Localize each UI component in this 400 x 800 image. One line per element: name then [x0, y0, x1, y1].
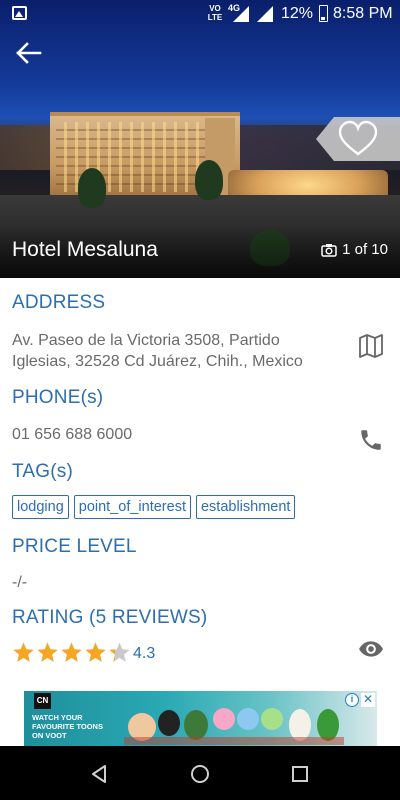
rating-value: 4.3 — [133, 645, 156, 662]
status-bar: VO LTE 4G 12% 8:58 PM — [0, 0, 400, 28]
call-button[interactable] — [358, 427, 384, 453]
navigation-bar — [0, 746, 400, 800]
map-icon — [359, 334, 383, 358]
photo-count-text: 1 of 10 — [342, 241, 388, 258]
arrow-back-icon — [16, 42, 42, 64]
triangle-back-icon — [92, 765, 106, 783]
cartoon-characters-image — [124, 708, 344, 745]
address-text: Av. Paseo de la Victoria 3508, Partido I… — [12, 332, 303, 370]
tag-chip[interactable]: establishment — [195, 495, 296, 519]
battery-percent: 12% — [281, 5, 314, 22]
nav-recents-button[interactable] — [289, 763, 311, 785]
favorite-button[interactable] — [316, 117, 400, 161]
ad-copy: WATCH YOUR FAVOURITE TOONS ON VOOT — [32, 713, 103, 740]
signal-icon — [233, 6, 249, 22]
rating-stars — [12, 641, 131, 664]
palm-tree — [195, 160, 223, 200]
tag-chip[interactable]: lodging — [12, 495, 69, 519]
star-icon — [37, 642, 58, 662]
palm-tree — [78, 168, 106, 208]
circle-home-icon — [191, 765, 209, 783]
address-heading: ADDRESS — [12, 292, 106, 313]
tag-chip[interactable]: point_of_interest — [73, 495, 191, 519]
view-reviews-button[interactable] — [358, 636, 384, 662]
nav-back-button[interactable] — [89, 763, 111, 785]
clock: 8:58 PM — [333, 5, 393, 22]
price-value: -/- — [12, 574, 28, 591]
photo-counter[interactable]: 1 of 10 — [321, 241, 388, 258]
phone-number[interactable]: 01 656 688 6000 — [12, 424, 132, 445]
ad-close-icon[interactable]: ✕ — [361, 693, 375, 707]
image-notification-icon — [12, 6, 27, 20]
rating-heading: RATING (5 REVIEWS) — [12, 607, 208, 628]
eye-icon — [359, 641, 383, 657]
camera-icon — [321, 243, 337, 257]
tag-list: lodging point_of_interest establishment — [12, 495, 296, 519]
tags-heading: TAG(s) — [12, 461, 74, 482]
phone-heading: PHONE(s) — [12, 387, 104, 408]
hotel-name: Hotel Mesaluna — [12, 238, 158, 261]
star-icon — [13, 642, 34, 662]
map-button[interactable] — [358, 333, 384, 359]
back-button[interactable] — [12, 38, 46, 68]
price-heading: PRICE LEVEL — [12, 536, 137, 557]
star-icon — [109, 642, 130, 662]
phone-icon — [361, 430, 381, 450]
battery-icon — [319, 5, 328, 22]
heart-icon — [316, 117, 400, 161]
nav-home-button[interactable] — [189, 763, 211, 785]
signal-icon — [257, 6, 273, 22]
star-icon — [61, 642, 82, 662]
ad-choices-icon[interactable]: i — [345, 693, 359, 707]
square-recents-icon — [292, 766, 308, 782]
ad-logo: CN — [34, 693, 51, 709]
star-icon — [85, 642, 106, 662]
volte-badge: VO LTE — [207, 4, 223, 22]
ad-banner[interactable]: CN WATCH YOUR FAVOURITE TOONS ON VOOT i … — [24, 691, 377, 746]
